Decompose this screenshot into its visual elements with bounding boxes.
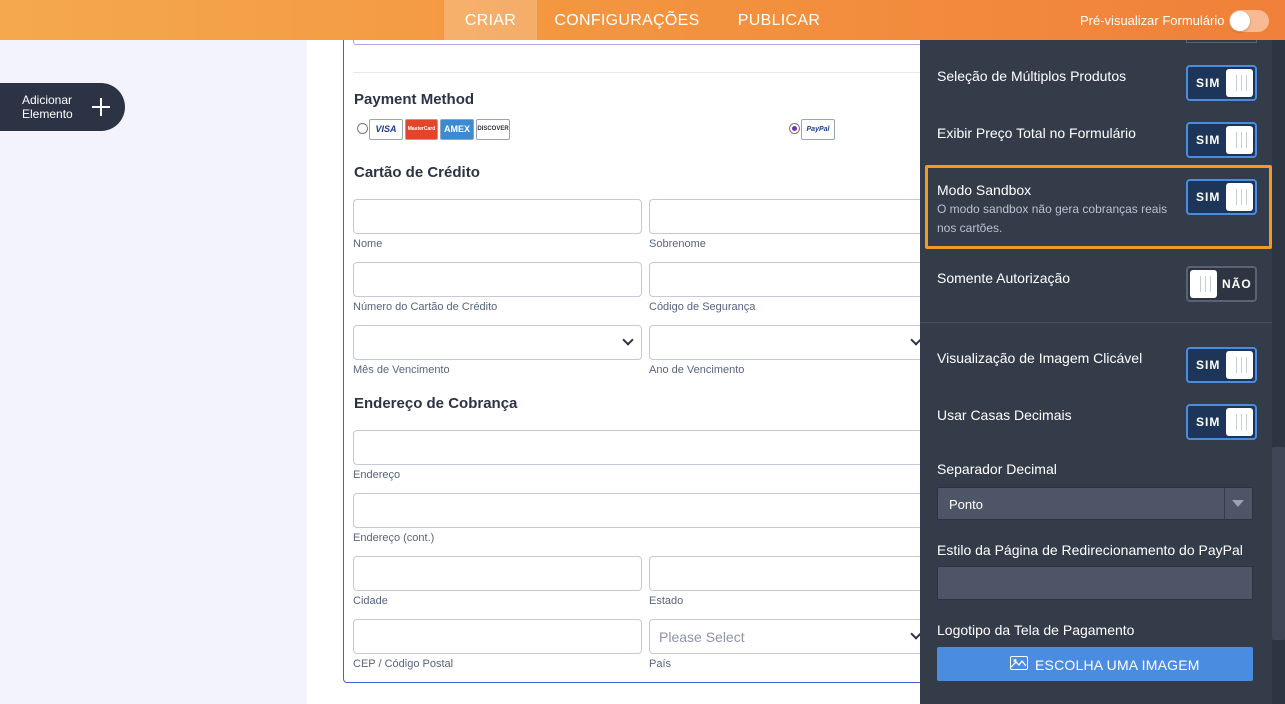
tab-criar[interactable]: CRIAR: [444, 0, 537, 40]
decimal-separator-label: Separador Decimal: [937, 461, 1057, 477]
visa-logo: VISA: [369, 119, 403, 140]
authorization-only-label: Somente Autorização: [937, 270, 1071, 286]
zip-sublabel: CEP / Código Postal: [353, 658, 454, 670]
add-element-label-line1: Adicionar: [22, 93, 73, 107]
country-sublabel: País: [649, 658, 672, 670]
authorization-only-toggle[interactable]: NÃO: [1186, 266, 1257, 302]
first-name-sublabel: Nome: [353, 238, 383, 250]
sandbox-mode-label: Modo Sandbox: [937, 182, 1032, 198]
toggle-state: SIM: [1196, 76, 1221, 90]
address2-sublabel: Endereço (cont.): [353, 532, 435, 544]
sandbox-mode-description: O modo sandbox não gera cobranças reais …: [937, 202, 1168, 235]
add-element-label-line2: Elemento: [22, 107, 73, 121]
sandbox-mode-toggle[interactable]: SIM: [1186, 179, 1257, 215]
add-element-label: Adicionar Elemento: [22, 93, 73, 121]
security-code-sublabel: Código de Segurança: [649, 301, 756, 313]
add-element-button[interactable]: Adicionar Elemento: [0, 83, 125, 131]
discover-logo: DISCOVER: [476, 119, 510, 140]
tab-publicar[interactable]: PUBLICAR: [729, 0, 829, 40]
show-total-price-label: Exibir Preço Total no Formulário: [937, 125, 1136, 141]
paypal-style-label: Estilo da Página de Redirecionamento do …: [937, 542, 1243, 558]
paypal-logo: PayPal: [801, 119, 835, 140]
mastercard-logo: MasterCard: [405, 119, 438, 140]
tab-configuracoes[interactable]: CONFIGURAÇÕES: [547, 0, 707, 40]
exp-month-select[interactable]: [353, 325, 642, 360]
scrollbar-thumb[interactable]: [1272, 447, 1285, 640]
security-code-input[interactable]: [649, 262, 933, 297]
caret-down-icon: [1232, 500, 1244, 507]
address2-input[interactable]: [353, 493, 933, 528]
image-icon: [1010, 656, 1028, 670]
multiple-products-toggle[interactable]: SIM: [1186, 65, 1257, 101]
city-sublabel: Cidade: [353, 595, 388, 607]
clickable-image-label: Visualização de Imagem Clicável: [937, 350, 1143, 366]
toggle-handle: [1226, 126, 1253, 154]
paypal-style-input[interactable]: [937, 566, 1253, 600]
state-input[interactable]: [649, 556, 933, 591]
billing-address-title: Endereço de Cobrança: [354, 395, 518, 412]
decimal-separator-value: Ponto: [949, 497, 983, 512]
toggle-knob: [1230, 11, 1250, 31]
checkout-logo-label: Logotipo da Tela de Pagamento: [937, 622, 1135, 638]
decimal-places-label: Usar Casas Decimais: [937, 407, 1072, 423]
exp-month-sublabel: Mês de Vencimento: [353, 364, 450, 376]
clickable-image-toggle[interactable]: SIM: [1186, 347, 1257, 383]
address-input[interactable]: [353, 430, 933, 465]
preview-form-toggle[interactable]: [1229, 10, 1269, 32]
decimal-separator-select[interactable]: Ponto: [937, 487, 1253, 520]
exp-year-sublabel: Ano de Vencimento: [649, 364, 745, 376]
toggle-handle: [1226, 69, 1253, 97]
choose-image-label: ESCOLHA UMA IMAGEM: [1035, 657, 1200, 673]
first-name-input[interactable]: [353, 199, 642, 234]
previous-toggle-bottom: [1186, 40, 1257, 43]
card-number-sublabel: Número do Cartão de Crédito: [353, 301, 498, 313]
toggle-handle: [1226, 183, 1253, 211]
dropdown-separator: [1224, 488, 1225, 519]
last-name-sublabel: Sobrenome: [649, 238, 706, 250]
top-bar: CRIAR CONFIGURAÇÕES PUBLICAR Pré-visuali…: [0, 0, 1285, 40]
toggle-handle: [1190, 270, 1217, 298]
payment-method-title: Payment Method: [354, 91, 475, 108]
toggle-state: NÃO: [1222, 277, 1252, 291]
toggle-handle: [1226, 408, 1253, 436]
address-sublabel: Endereço: [353, 469, 401, 481]
panel-scrollbar[interactable]: [1272, 40, 1285, 704]
credit-card-title: Cartão de Crédito: [354, 164, 480, 181]
exp-year-select[interactable]: [649, 325, 933, 360]
radio-credit-cards[interactable]: [357, 123, 368, 134]
preview-form-label: Pré-visualizar Formulário: [1080, 13, 1225, 28]
toggle-state: SIM: [1196, 190, 1221, 204]
state-sublabel: Estado: [649, 595, 684, 607]
city-input[interactable]: [353, 556, 642, 591]
divider: [353, 72, 933, 73]
decimal-places-toggle[interactable]: SIM: [1186, 404, 1257, 440]
previous-field-bottom: [353, 40, 933, 45]
country-placeholder: Please Select: [659, 629, 745, 645]
zip-input[interactable]: [353, 619, 642, 654]
panel-divider: [920, 322, 1272, 323]
plus-icon: [90, 96, 112, 118]
country-select[interactable]: Please Select: [649, 619, 933, 654]
toggle-state: SIM: [1196, 133, 1221, 147]
show-total-price-toggle[interactable]: SIM: [1186, 122, 1257, 158]
toggle-handle: [1226, 351, 1253, 379]
toggle-state: SIM: [1196, 415, 1221, 429]
amex-logo: AMEX: [440, 119, 474, 140]
card-number-input[interactable]: [353, 262, 642, 297]
radio-paypal[interactable]: [789, 123, 800, 134]
chevron-down-icon: [622, 334, 634, 346]
toggle-state: SIM: [1196, 358, 1221, 372]
choose-image-button[interactable]: ESCOLHA UMA IMAGEM: [937, 647, 1253, 681]
multiple-products-label: Seleção de Múltiplos Produtos: [937, 68, 1127, 84]
last-name-input[interactable]: [649, 199, 933, 234]
